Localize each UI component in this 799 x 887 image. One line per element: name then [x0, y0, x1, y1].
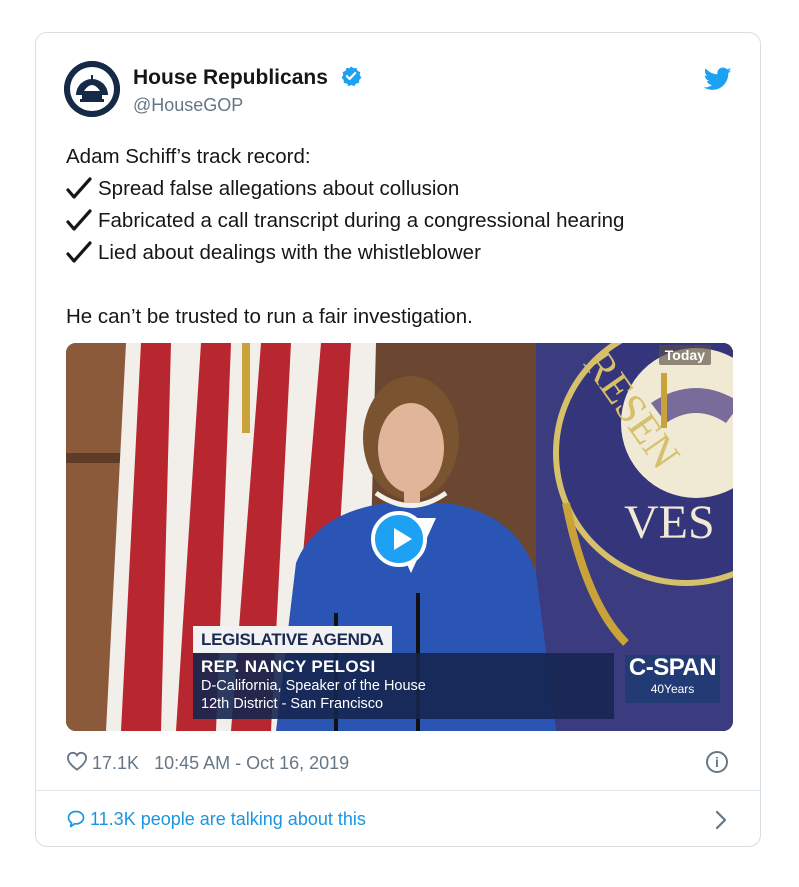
cspan-logo-text: C-SPAN	[628, 654, 717, 681]
chyron-subtitle-1: D-California, Speaker of the House	[201, 678, 426, 694]
cspan-logo: C-SPAN 40Years	[625, 655, 720, 703]
capitol-logo-icon	[64, 61, 120, 117]
tweet-text: Adam Schiff’s track record: Spread false…	[66, 141, 746, 333]
author-handle[interactable]: @HouseGOP	[133, 95, 243, 116]
chyron-title: LEGISLATIVE AGENDA	[193, 626, 392, 653]
avatar[interactable]	[64, 61, 120, 117]
checklist-item-text: Fabricated a call transcript during a co…	[98, 209, 625, 232]
like-count[interactable]: 17.1K	[92, 753, 139, 773]
checkmark-icon	[66, 241, 92, 275]
cspan-years-text: 40Years	[650, 682, 695, 696]
checklist-item: Spread false allegations about collusion	[66, 173, 746, 205]
chevron-right-icon[interactable]	[714, 809, 728, 837]
chyron-subtitle-2: 12th District - San Francisco	[201, 696, 384, 712]
verified-badge-icon	[340, 65, 362, 93]
live-badge: Today	[658, 345, 711, 365]
tweet-closing: He can’t be trusted to run a fair invest…	[66, 305, 473, 328]
tweet-intro: Adam Schiff’s track record:	[66, 145, 311, 168]
comment-bubble-icon	[67, 810, 85, 828]
checklist-item-text: Lied about dealings with the whistleblow…	[98, 241, 481, 264]
tweet-timestamp[interactable]: 10:45 AM - Oct 16, 2019	[154, 753, 349, 773]
heart-icon[interactable]	[66, 751, 88, 776]
checklist-item: Fabricated a call transcript during a co…	[66, 205, 746, 237]
author-name[interactable]: House Republicans	[133, 65, 362, 93]
divider	[36, 790, 760, 791]
play-icon[interactable]	[371, 511, 427, 567]
twitter-bird-icon[interactable]	[703, 67, 732, 96]
news-chyron: LEGISLATIVE AGENDA REP. NANCY PELOSI D-C…	[193, 626, 614, 719]
video-player[interactable]: RESEN VES Today LEGISLATIVE AGENDA REP.	[66, 343, 733, 731]
tweet-card[interactable]: House Republicans @HouseGOP Adam Schiff’…	[35, 32, 761, 847]
seal-text-2: VES	[624, 496, 715, 549]
checklist-item-text: Spread false allegations about collusion	[98, 177, 460, 200]
info-icon[interactable]: i	[706, 751, 728, 773]
conversation-text[interactable]: 11.3K people are talking about this	[90, 809, 366, 829]
tweet-meta: 17.1K 10:45 AM - Oct 16, 2019	[66, 751, 349, 776]
checklist-item: Lied about dealings with the whistleblow…	[66, 237, 746, 269]
chyron-box: REP. NANCY PELOSI D-California, Speaker …	[193, 653, 614, 719]
chyron-name: REP. NANCY PELOSI	[201, 657, 376, 676]
author-name-text[interactable]: House Republicans	[133, 66, 328, 89]
conversation-link[interactable]: 11.3K people are talking about this	[66, 809, 366, 830]
